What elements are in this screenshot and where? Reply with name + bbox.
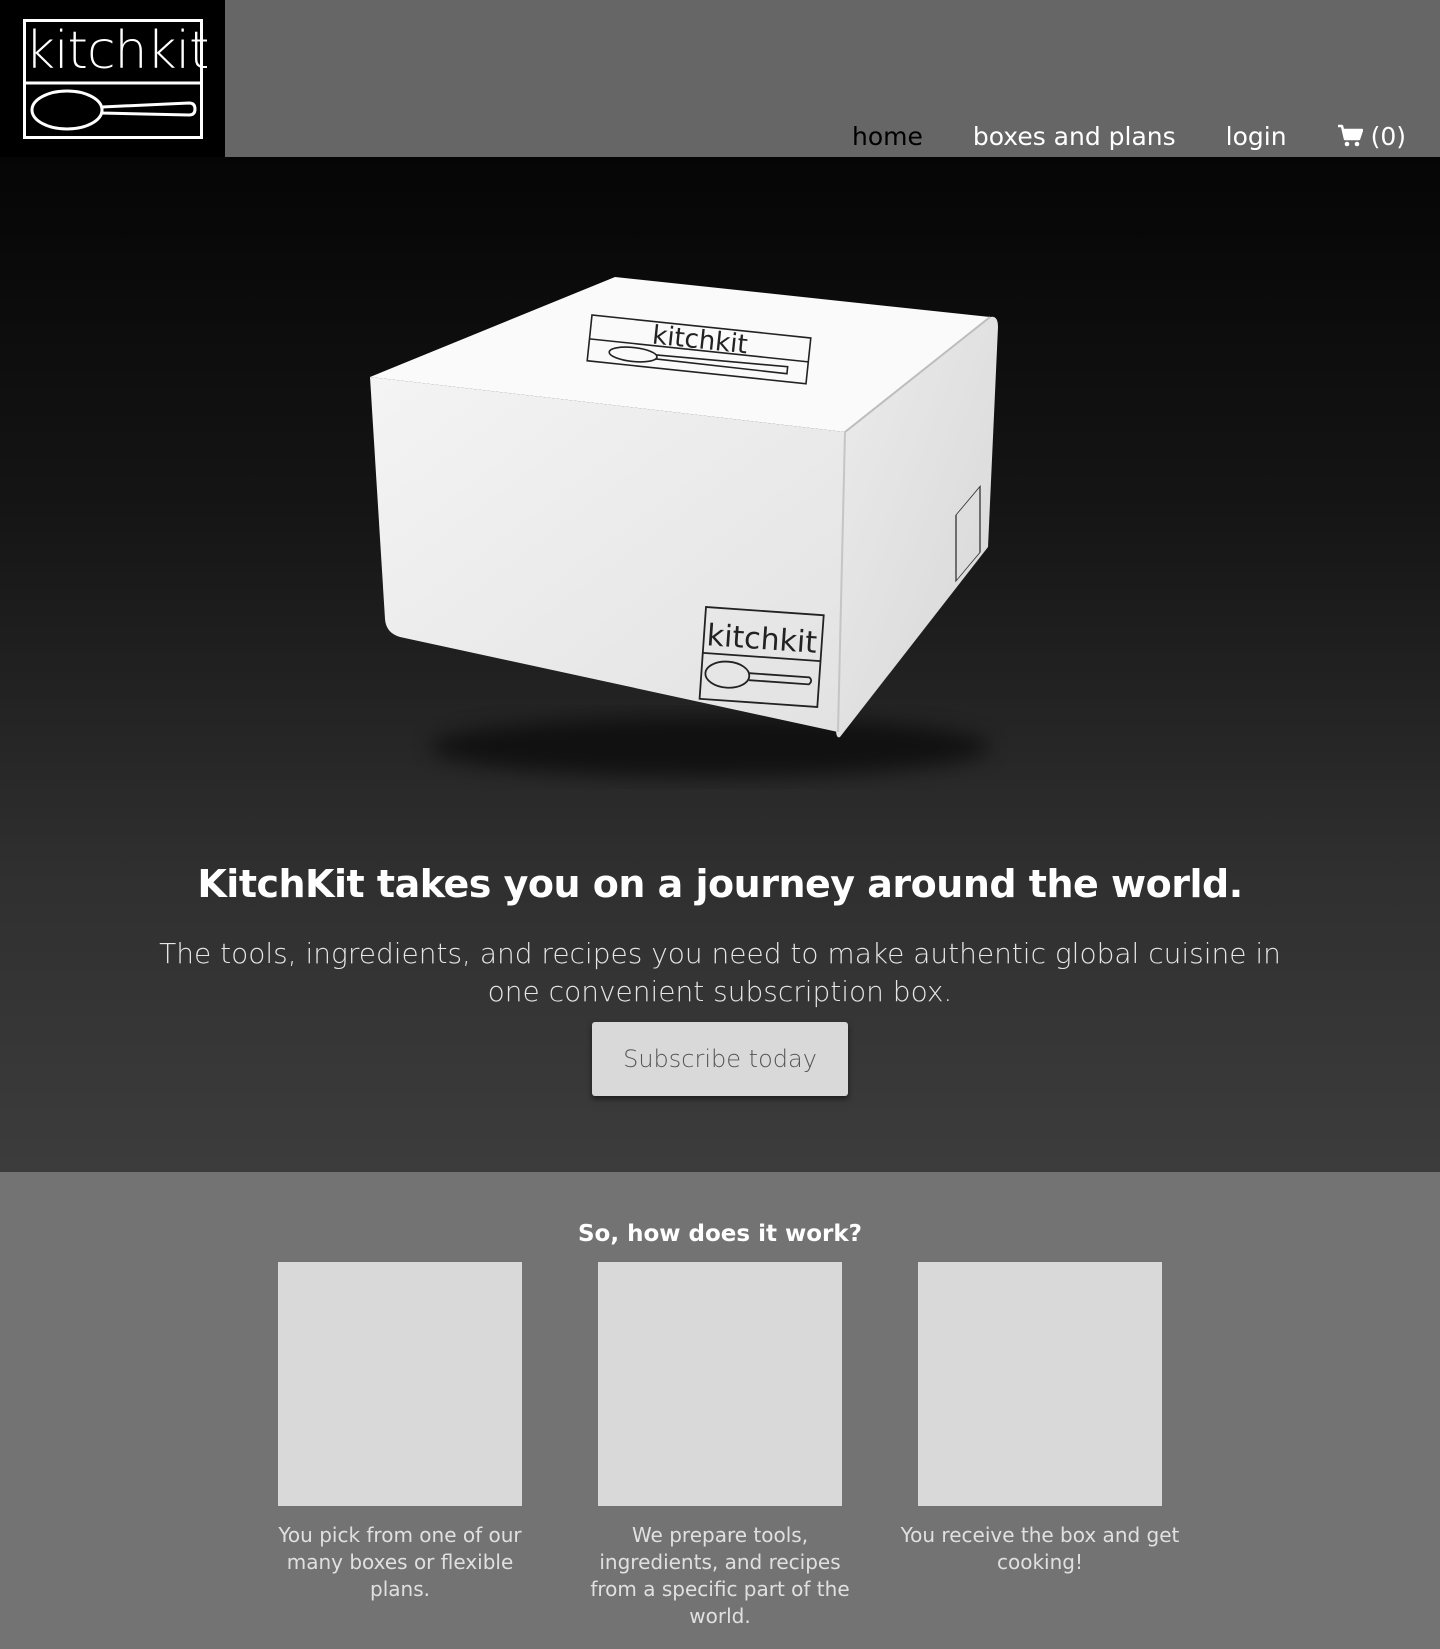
subscribe-button[interactable]: Subscribe today [592,1022,848,1096]
product-box-image: kitchkit kitchkit [370,277,998,777]
nav-home[interactable]: home [852,122,923,151]
shopping-cart-icon [1337,124,1363,147]
step-image-placeholder [918,1262,1162,1506]
top-navigation-bar: kitchkit home boxes and plans login (0) [0,0,1440,157]
nav-cart[interactable]: (0) [1337,122,1406,151]
hero-subheadline: The tools, ingredients, and recipes you … [159,937,1281,1008]
step-caption: You receive the box and get cooking! [900,1523,1180,1574]
how-it-works-title: So, how does it work? [577,1221,863,1248]
step-card: You receive the box and get cooking! [900,1262,1180,1576]
step-image-placeholder [278,1262,522,1506]
step-caption: You pick from one of our many boxes or f… [278,1523,522,1601]
nav-boxes-and-plans[interactable]: boxes and plans [973,122,1176,151]
site-logo[interactable]: kitchkit [0,0,225,157]
hero-headline: KitchKit takes you on a journey around t… [197,862,1243,907]
logo-wordmark: kitchkit [25,21,209,81]
step-card: You pick from one of our many boxes or f… [260,1262,540,1603]
nav-login[interactable]: login [1226,122,1287,151]
how-it-works-section: So, how does it work? You pick from one … [0,1172,1440,1649]
step-card: We prepare tools, ingredients, and recip… [580,1262,860,1630]
hero-section: kitchkit kitchkit KitchKit takes you on … [0,157,1440,1172]
step-caption: We prepare tools, ingredients, and recip… [590,1523,850,1628]
main-nav: home boxes and plans login (0) [852,112,1406,160]
step-image-placeholder [598,1262,842,1506]
cart-count: (0) [1370,121,1406,151]
